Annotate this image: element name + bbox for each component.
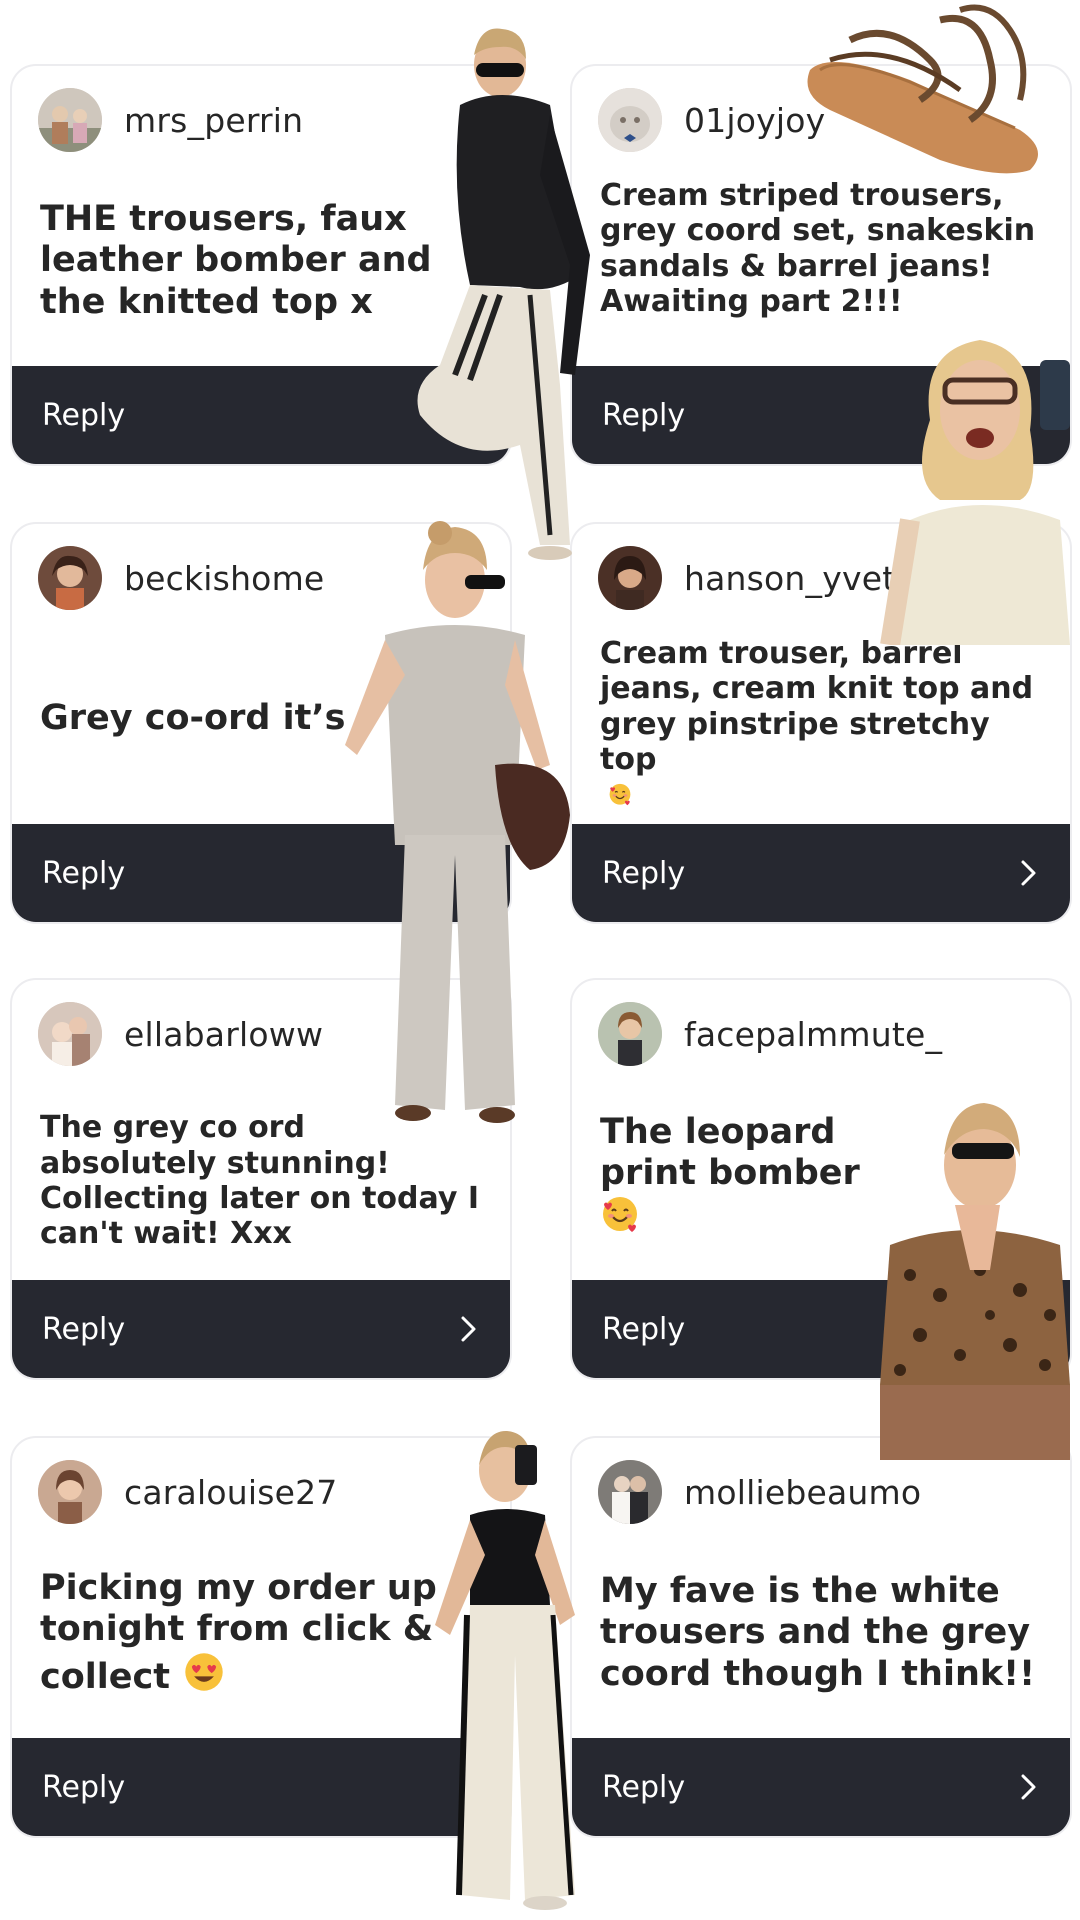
- comment-body: The leopard print bomber: [600, 1111, 860, 1193]
- avatar[interactable]: [598, 1460, 662, 1524]
- comment-text: THE trousers, faux leather bomber and th…: [40, 199, 432, 322]
- username[interactable]: caralouise27: [124, 1473, 337, 1512]
- card-header: ellabarloww: [38, 1002, 323, 1066]
- comment-card: mrs_perrin THE trousers, faux leather bo…: [10, 64, 512, 466]
- reply-button[interactable]: Reply: [572, 824, 1070, 922]
- username[interactable]: beckishome: [124, 559, 324, 598]
- reply-label: Reply: [42, 855, 126, 891]
- avatar[interactable]: [598, 88, 662, 152]
- card-header: hanson_yvett: [598, 546, 909, 610]
- reply-label: Reply: [602, 1769, 686, 1805]
- card-header: beckishome: [38, 546, 324, 610]
- reply-label: Reply: [602, 397, 686, 433]
- username[interactable]: facepalmmute_: [684, 1015, 942, 1054]
- comment-text: Cream trouser, barrel jeans, cream knit …: [600, 630, 1048, 806]
- comment-card: caralouise27 Picking my order up tonight…: [10, 1436, 512, 1838]
- card-header: facepalmmute_: [598, 1002, 942, 1066]
- reply-label: Reply: [602, 1311, 686, 1347]
- reply-button[interactable]: Reply: [12, 1738, 510, 1836]
- username[interactable]: hanson_yvett: [684, 559, 909, 598]
- heart-eyes-emoji: [185, 1653, 223, 1691]
- card-header: molliebeaumo: [598, 1460, 921, 1524]
- comment-text: Cream striped trousers, grey coord set, …: [600, 178, 1036, 320]
- comment-body: Cream trouser, barrel jeans, cream knit …: [600, 636, 1034, 778]
- smiling-face-with-hearts-emoji: [603, 1197, 637, 1233]
- comment-collage: mrs_perrin THE trousers, faux leather bo…: [0, 0, 1080, 1920]
- avatar[interactable]: [38, 1002, 102, 1066]
- comment-card: molliebeaumo My fave is the white trouse…: [570, 1436, 1072, 1838]
- username[interactable]: molliebeaumo: [684, 1473, 921, 1512]
- comment-card: 01joyjoy Cream striped trousers, grey co…: [570, 64, 1072, 466]
- avatar[interactable]: [38, 1460, 102, 1524]
- reply-button[interactable]: Reply: [12, 366, 510, 464]
- comment-card: ellabarloww The grey co ord absolutely s…: [10, 978, 512, 1380]
- avatar[interactable]: [38, 546, 102, 610]
- reply-button[interactable]: Reply: [572, 366, 1070, 464]
- username[interactable]: mrs_perrin: [124, 101, 303, 140]
- avatar[interactable]: [598, 1002, 662, 1066]
- card-header: 01joyjoy: [598, 88, 825, 152]
- comment-card: facepalmmute_ The leopard print bomber R…: [570, 978, 1072, 1380]
- comment-card: hanson_yvett Cream trouser, barrel jeans…: [570, 522, 1072, 924]
- comment-text: Picking my order up tonight from click &…: [40, 1548, 460, 1718]
- reply-button[interactable]: Reply: [572, 1738, 1070, 1836]
- username[interactable]: ellabarloww: [124, 1015, 323, 1054]
- comment-card: beckishome Grey co-ord it’s Reply: [10, 522, 512, 924]
- reply-label: Reply: [42, 1769, 126, 1805]
- username[interactable]: 01joyjoy: [684, 101, 825, 140]
- reply-label: Reply: [42, 1311, 126, 1347]
- comment-text: Grey co-ord it’s: [40, 698, 346, 739]
- smiling-face-with-hearts-emoji: [609, 783, 631, 805]
- reply-label: Reply: [42, 397, 126, 433]
- comment-text: The leopard print bomber: [600, 1090, 900, 1260]
- card-header: mrs_perrin: [38, 88, 303, 152]
- reply-button[interactable]: Reply: [12, 1280, 510, 1378]
- avatar[interactable]: [598, 546, 662, 610]
- chevron-right-icon: [458, 1314, 480, 1344]
- avatar[interactable]: [38, 88, 102, 152]
- chevron-right-icon: [1018, 1772, 1040, 1802]
- chevron-right-icon: [1018, 858, 1040, 888]
- reply-label: Reply: [602, 855, 686, 891]
- card-header: caralouise27: [38, 1460, 337, 1524]
- comment-body: Picking my order up tonight from click &…: [40, 1567, 437, 1698]
- reply-button[interactable]: Reply: [572, 1280, 1070, 1378]
- comment-text: My fave is the white trousers and the gr…: [600, 1571, 1036, 1694]
- reply-button[interactable]: Reply: [12, 824, 510, 922]
- comment-text: The grey co ord absolutely stunning! Col…: [40, 1110, 479, 1252]
